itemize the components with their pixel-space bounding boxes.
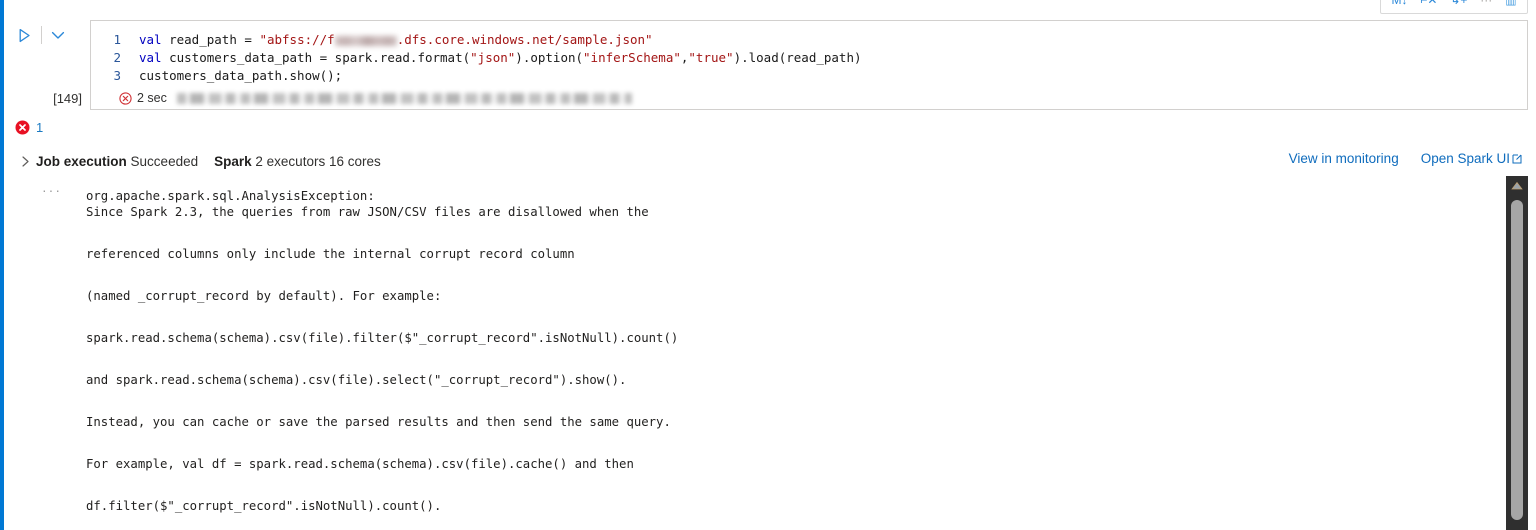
- code-text: customers_data_path.show();: [139, 67, 342, 85]
- open-spark-ui-label: Open Spark UI: [1420, 151, 1510, 166]
- stack-trace-line: For example, val df = spark.read.schema(…: [86, 457, 634, 471]
- code-token: customers_data_path = spark.read.format(: [169, 50, 471, 65]
- stack-trace-line: and spark.read.schema(schema).csv(file).…: [86, 373, 627, 387]
- stack-trace-line: df.filter($"_corrupt_record".isNotNull).…: [86, 499, 442, 513]
- view-in-monitoring-label: View in monitoring: [1288, 151, 1399, 166]
- code-token: customers_data_path.show();: [139, 68, 343, 83]
- cell-status-redacted-detail: [176, 92, 632, 104]
- insert-cell-icon[interactable]: ↳+: [1450, 0, 1467, 6]
- open-spark-ui-link[interactable]: Open Spark UI: [1421, 151, 1522, 166]
- code-token: "abfss://f: [259, 32, 335, 47]
- line-number: 1: [113, 32, 121, 47]
- error-stack-trace: org.apache.spark.sql.AnalysisException: S…: [86, 188, 1466, 514]
- code-token: val: [139, 50, 170, 65]
- code-token: ).option(: [515, 50, 584, 65]
- code-editor[interactable]: 1 val read_path = "abfss://f .dfs.core.win…: [91, 31, 1527, 85]
- code-token: =: [244, 32, 260, 47]
- job-execution-label: Job execution: [36, 153, 127, 169]
- code-text: val read_path = "abfss://f .dfs.core.wind…: [139, 31, 653, 49]
- code-token: "true": [688, 50, 734, 65]
- stack-trace-line: (named _corrupt_record by default). For …: [86, 289, 442, 303]
- code-line: 1 val read_path = "abfss://f .dfs.core.win…: [91, 31, 1527, 49]
- redacted-storage-account: [334, 35, 397, 46]
- code-text: val customers_data_path = spark.read.for…: [139, 49, 862, 67]
- stack-trace-line: org.apache.spark.sql.AnalysisException:: [86, 189, 375, 203]
- code-line: 2 val customers_data_path = spark.read.fo…: [91, 49, 1527, 67]
- job-execution-row[interactable]: Job execution Succeeded Spark 2 executor…: [14, 150, 381, 172]
- error-filled-icon: [15, 120, 30, 135]
- code-token: "inferSchema": [583, 50, 681, 65]
- cell-duration: 2 sec: [137, 91, 167, 105]
- stack-trace-line: spark.read.schema(schema).csv(file).filt…: [86, 331, 679, 345]
- code-token: "json": [470, 50, 516, 65]
- error-count-value: 1: [36, 120, 44, 135]
- stack-trace-line: Since Spark 2.3, the queries from raw JS…: [86, 205, 649, 219]
- line-number: 2: [113, 50, 121, 65]
- execution-count: [149]: [53, 91, 82, 106]
- stack-trace-line: Instead, you can cache or save the parse…: [86, 415, 671, 429]
- expand-job-execution-chevron[interactable]: [14, 155, 36, 168]
- trash-icon[interactable]: ▥: [1505, 0, 1516, 6]
- code-token: .dfs.core.windows.net/sample.json": [396, 32, 653, 47]
- scrollbar-thumb[interactable]: [1511, 200, 1523, 520]
- error-count-badge[interactable]: 1: [15, 120, 43, 135]
- engine-label: Spark: [214, 153, 252, 169]
- run-cell-button[interactable]: [10, 21, 38, 49]
- run-controls: [10, 20, 82, 50]
- scroll-up-arrow[interactable]: [1506, 176, 1528, 194]
- line-number: 3: [113, 68, 121, 83]
- code-token: read_path: [169, 32, 245, 47]
- more-options-icon[interactable]: ···: [1480, 0, 1492, 6]
- output-vertical-scrollbar[interactable]: [1506, 176, 1528, 530]
- run-options-chevron[interactable]: [45, 21, 71, 49]
- external-link-icon: [1512, 154, 1522, 164]
- cell-status: 2 sec: [119, 91, 632, 105]
- delete-cell-icon[interactable]: ⌐✕: [1420, 0, 1437, 6]
- job-links: View in monitoring Open Spark UI: [1289, 151, 1522, 166]
- error-circle-x-icon: [119, 91, 132, 105]
- toolbar-divider: [41, 26, 42, 44]
- output-overflow-ellipsis[interactable]: ···: [42, 183, 62, 197]
- code-token: val: [139, 32, 170, 47]
- stack-trace-line: referenced columns only include the inte…: [86, 247, 575, 261]
- engine-resources: 2 executors 16 cores: [255, 153, 381, 169]
- view-in-monitoring-link[interactable]: View in monitoring: [1289, 151, 1399, 166]
- code-line: 3 customers_data_path.show();: [91, 67, 1527, 85]
- cell-toolbar: M↓ ⌐✕ ↳+ ··· ▥: [1380, 0, 1528, 14]
- markdown-convert-icon[interactable]: M↓: [1391, 0, 1407, 6]
- job-execution-status: Succeeded: [130, 153, 199, 169]
- code-token: ).load(read_path): [733, 50, 862, 65]
- left-accent-bar: [0, 0, 4, 530]
